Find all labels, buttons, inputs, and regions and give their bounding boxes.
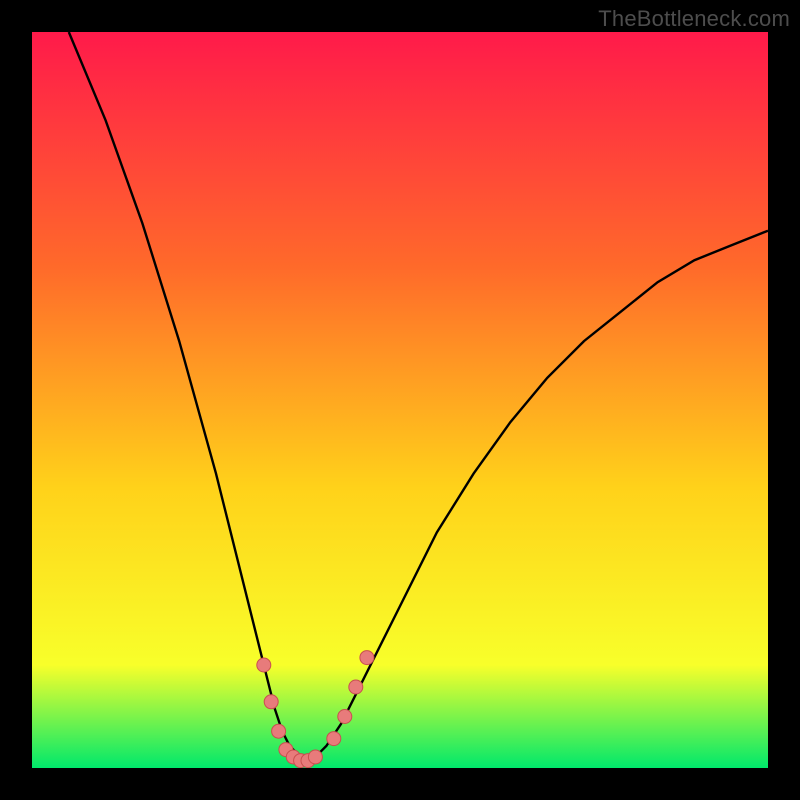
data-marker [264, 695, 278, 709]
data-marker [349, 680, 363, 694]
bottleneck-chart [32, 32, 768, 768]
watermark-text: TheBottleneck.com [598, 6, 790, 32]
data-marker [308, 750, 322, 764]
plot-area [32, 32, 768, 768]
gradient-background [32, 32, 768, 768]
data-marker [272, 724, 286, 738]
chart-frame: TheBottleneck.com [0, 0, 800, 800]
data-marker [327, 732, 341, 746]
data-marker [338, 710, 352, 724]
data-marker [257, 658, 271, 672]
data-marker [360, 651, 374, 665]
